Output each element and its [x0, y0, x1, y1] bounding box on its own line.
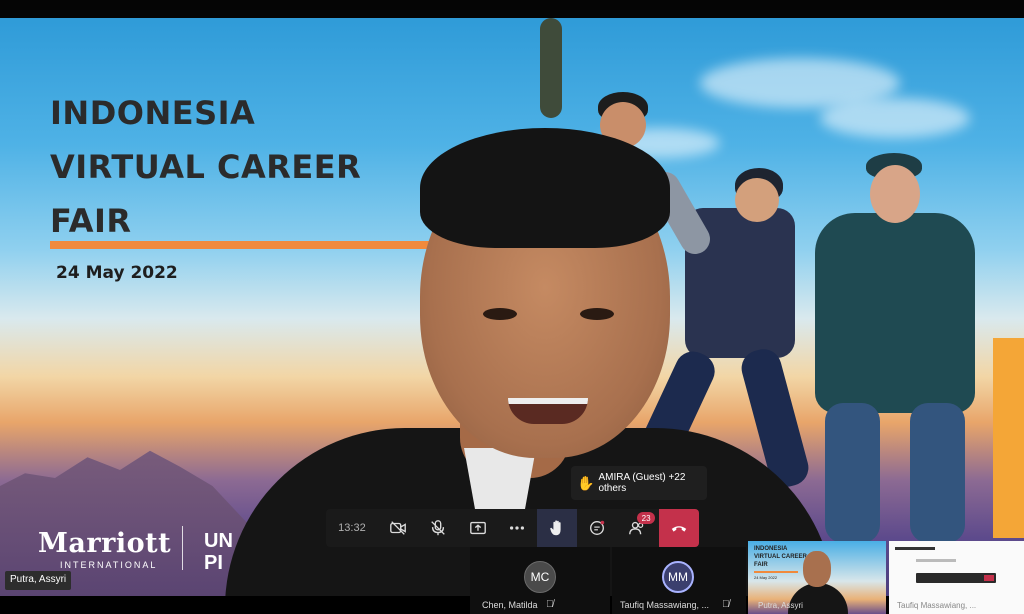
slide-date: 24 May 2022 [56, 263, 178, 283]
mic-off-icon: 🎙̸ [546, 599, 554, 610]
leave-call-button[interactable] [659, 509, 699, 547]
meeting-control-bar: 13:32 23 [326, 509, 699, 547]
camera-off-icon [389, 521, 406, 535]
thumbnail-name: Taufiq Massawiang, ... [897, 601, 977, 610]
more-dots-icon [510, 526, 525, 530]
share-screen-icon [469, 521, 486, 535]
participant-name: Chen, Matilda [482, 600, 538, 610]
participant-tile[interactable]: MC Chen, Matilda 🎙̸ [470, 547, 610, 614]
presenter-name-tag: Putra, Assyri [5, 571, 72, 590]
thumbnail-slide-title: INDONESIA VIRTUAL CAREER FAIR [754, 546, 807, 568]
camera-toggle-button[interactable] [378, 509, 418, 547]
thumbnail-text-line [916, 559, 956, 562]
thumbnail-speaker-face [803, 551, 831, 587]
slide-accent-bar [993, 338, 1024, 538]
hand-icon [550, 520, 561, 536]
speaker-eye [580, 308, 614, 320]
mic-toggle-button[interactable] [418, 509, 458, 547]
hang-up-icon [671, 526, 687, 532]
raise-hand-button[interactable] [537, 509, 578, 547]
thumbnail-text-line [895, 547, 935, 550]
logo-divider [182, 526, 183, 570]
mic-off-icon: 🎙̸ [722, 599, 730, 610]
raised-hands-tooltip: ✋ AMIRA (Guest) +22 others [571, 466, 707, 500]
participant-name: Taufiq Massawiang, ... [620, 600, 710, 610]
raised-hand-icon: ✋ [577, 474, 595, 491]
participant-tile[interactable]: MM Taufiq Massawiang, ... 🎙̸ [612, 547, 746, 614]
thumbnail-name: Putra, Assyri [758, 601, 803, 610]
thumbnail-leave-button [984, 575, 994, 581]
chat-button[interactable] [577, 509, 617, 547]
avatar: MC [524, 561, 556, 593]
raised-hands-text: AMIRA (Guest) +22 others [598, 472, 686, 494]
chat-icon [590, 520, 605, 535]
call-timer: 13:32 [338, 522, 366, 534]
video-thumbnail[interactable]: Taufiq Massawiang, ... [889, 541, 1024, 614]
thumbnail-date: 24 May 2022 [754, 575, 778, 580]
marriott-logo-sub: INTERNATIONAL [60, 560, 158, 570]
top-bar [0, 0, 1024, 18]
meeting-window: INDONESIA VIRTUAL CAREER FAIR 24 May 202… [0, 0, 1024, 614]
participants-button[interactable]: 23 [617, 509, 657, 547]
cloud [820, 98, 970, 138]
marriott-logo: Marriott [38, 528, 172, 559]
partner-logo: UN PI [204, 530, 233, 574]
video-thumbnail[interactable]: INDONESIA VIRTUAL CAREER FAIR 24 May 202… [748, 541, 886, 614]
mic-off-icon [430, 520, 445, 536]
more-options-button[interactable] [498, 509, 538, 547]
share-screen-button[interactable] [458, 509, 498, 547]
thumbnail-rule [754, 571, 798, 573]
participant-count-badge: 23 [637, 512, 656, 524]
speaker-eye [483, 308, 517, 320]
avatar: MM [662, 561, 694, 593]
speaker-hair [420, 128, 670, 248]
